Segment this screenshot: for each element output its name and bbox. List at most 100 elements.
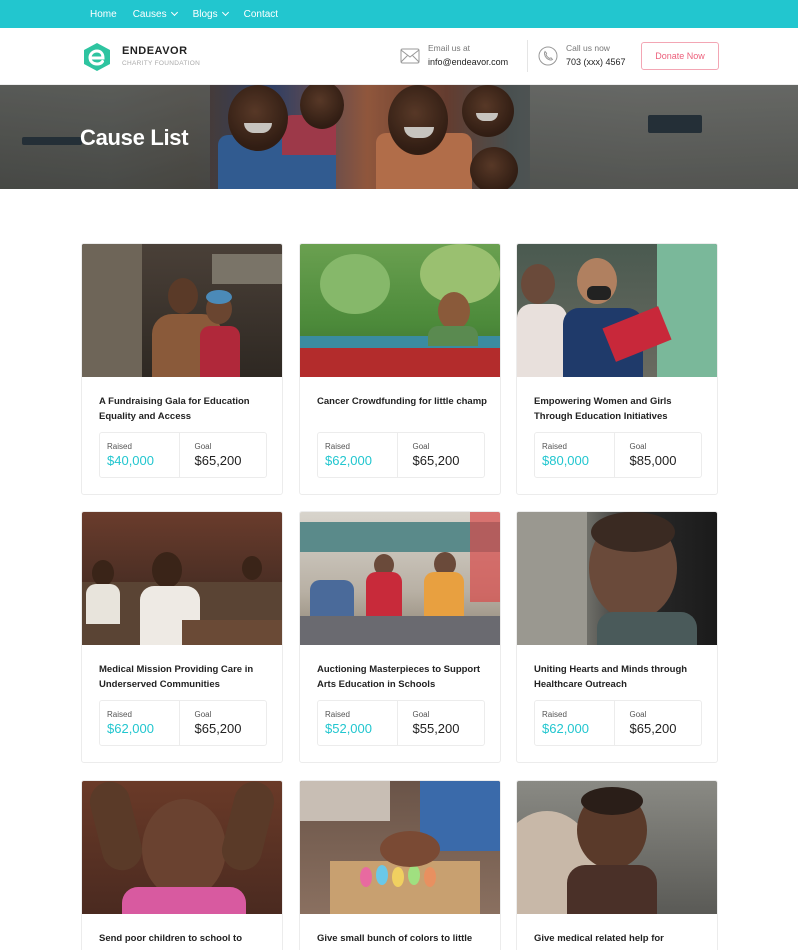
cause-stats: Raised $40,000 Goal $65,200 [99, 432, 267, 478]
image-shape [200, 326, 240, 377]
cause-title[interactable]: Send poor children to school to [99, 931, 274, 946]
mail-icon [400, 48, 420, 63]
image-shape [212, 254, 282, 284]
raised-value: $52,000 [325, 721, 372, 736]
logo-e-icon[interactable] [82, 42, 112, 72]
image-shape [182, 620, 282, 645]
phone-icon [538, 46, 558, 65]
cause-title[interactable]: Give medical related help for [534, 931, 709, 946]
image-shape [152, 552, 182, 588]
cause-title[interactable]: Uniting Hearts and Minds through Healthc… [534, 662, 709, 692]
raised-label: Raised [542, 442, 567, 451]
image-shape [122, 887, 246, 914]
cause-card[interactable]: Medical Mission Providing Care in Unders… [81, 511, 283, 763]
email-contact[interactable]: Email us at info@endeavor.com [400, 42, 508, 69]
nav-blogs-label: Blogs [192, 8, 218, 20]
nav-causes[interactable]: Causes [133, 8, 178, 20]
cause-stats: Raised $80,000 Goal $85,000 [534, 432, 702, 478]
goal-value: $55,200 [412, 721, 460, 736]
cause-card[interactable]: Cancer Crowdfunding for little champ Rai… [299, 243, 501, 495]
raised-stat: Raised $62,000 [100, 701, 179, 745]
cause-card[interactable]: Uniting Hearts and Minds through Healthc… [516, 511, 718, 763]
goal-value: $65,200 [629, 721, 677, 736]
cause-image[interactable] [82, 512, 282, 645]
image-shape [424, 867, 436, 887]
goal-label: Goal [412, 442, 430, 451]
cause-title[interactable]: Cancer Crowdfunding for little champ [317, 394, 492, 409]
image-shape [438, 292, 470, 330]
raised-stat: Raised $62,000 [318, 433, 397, 477]
image-shape [206, 290, 232, 304]
image-shape [168, 278, 198, 314]
donate-now-button[interactable]: Donate Now [641, 42, 719, 70]
cause-card[interactable]: A Fundraising Gala for Education Equalit… [81, 243, 283, 495]
nav-contact[interactable]: Contact [244, 9, 278, 20]
brand-name: ENDEAVOR [122, 45, 188, 57]
raised-stat: Raised $80,000 [535, 433, 614, 477]
cause-title[interactable]: A Fundraising Gala for Education Equalit… [99, 394, 274, 424]
raised-stat: Raised $62,000 [535, 701, 614, 745]
phone-contact[interactable]: Call us now 703 (xxx) 4567 [538, 42, 626, 69]
cause-image[interactable] [82, 781, 282, 914]
raised-value: $62,000 [542, 721, 589, 736]
cause-card[interactable]: Send poor children to school to [81, 780, 283, 950]
cause-stats: Raised $62,000 Goal $65,200 [534, 700, 702, 746]
nav-blogs[interactable]: Blogs [192, 8, 229, 20]
cause-title[interactable]: Medical Mission Providing Care in Unders… [99, 662, 274, 692]
cause-image[interactable] [517, 244, 717, 377]
goal-stat: Goal $85,000 [613, 433, 702, 477]
image-shape [320, 254, 390, 314]
cause-stats: Raised $52,000 Goal $55,200 [317, 700, 485, 746]
goal-stat: Goal $65,200 [613, 701, 702, 745]
goal-label: Goal [629, 442, 647, 451]
goal-label: Goal [194, 710, 212, 719]
cause-image[interactable] [517, 512, 717, 645]
goal-value: $65,200 [194, 453, 242, 468]
cause-card[interactable]: Auctioning Masterpieces to Support Arts … [299, 511, 501, 763]
chevron-down-icon [221, 8, 229, 17]
cause-image[interactable] [82, 244, 282, 377]
raised-value: $40,000 [107, 453, 154, 468]
image-shape [428, 326, 478, 346]
raised-value: $80,000 [542, 453, 589, 468]
chevron-down-icon [170, 8, 178, 17]
cause-card[interactable]: Empowering Women and Girls Through Educa… [516, 243, 718, 495]
goal-stat: Goal $65,200 [178, 701, 267, 745]
nav-home[interactable]: Home [90, 9, 117, 20]
cause-card[interactable]: Give small bunch of colors to little [299, 780, 501, 950]
cause-image[interactable] [300, 781, 500, 914]
cause-title[interactable]: Give small bunch of colors to little [317, 931, 492, 946]
email-value[interactable]: info@endeavor.com [428, 55, 508, 69]
cause-image[interactable] [517, 781, 717, 914]
image-shape [360, 867, 372, 887]
cause-title[interactable]: Empowering Women and Girls Through Educa… [534, 394, 709, 424]
hero-banner: Cause List [0, 85, 798, 189]
goal-label: Goal [194, 442, 212, 451]
page-title: Cause List [80, 125, 189, 150]
nav-contact-label: Contact [243, 8, 279, 20]
raised-label: Raised [107, 442, 132, 451]
main-nav: Home Causes Blogs Contact [90, 0, 278, 28]
image-shape [86, 584, 120, 624]
image-shape [424, 572, 464, 622]
image-shape [380, 831, 440, 867]
goal-value: $85,000 [629, 453, 677, 468]
cause-stats: Raised $62,000 Goal $65,200 [99, 700, 267, 746]
cause-title[interactable]: Auctioning Masterpieces to Support Arts … [317, 662, 492, 692]
phone-label: Call us now [566, 43, 610, 53]
phone-value[interactable]: 703 (xxx) 4567 [566, 55, 626, 69]
cause-card[interactable]: Give medical related help for [516, 780, 718, 950]
image-shape [521, 264, 555, 304]
image-shape [591, 512, 675, 552]
raised-stat: Raised $52,000 [318, 701, 397, 745]
image-shape [242, 556, 262, 580]
image-shape [517, 304, 567, 377]
image-shape [300, 616, 500, 645]
image-shape [587, 286, 611, 300]
cause-image[interactable] [300, 244, 500, 377]
image-shape [657, 244, 717, 377]
cause-image[interactable] [300, 512, 500, 645]
image-shape [142, 799, 226, 899]
raised-label: Raised [542, 710, 567, 719]
image-shape [300, 344, 500, 377]
